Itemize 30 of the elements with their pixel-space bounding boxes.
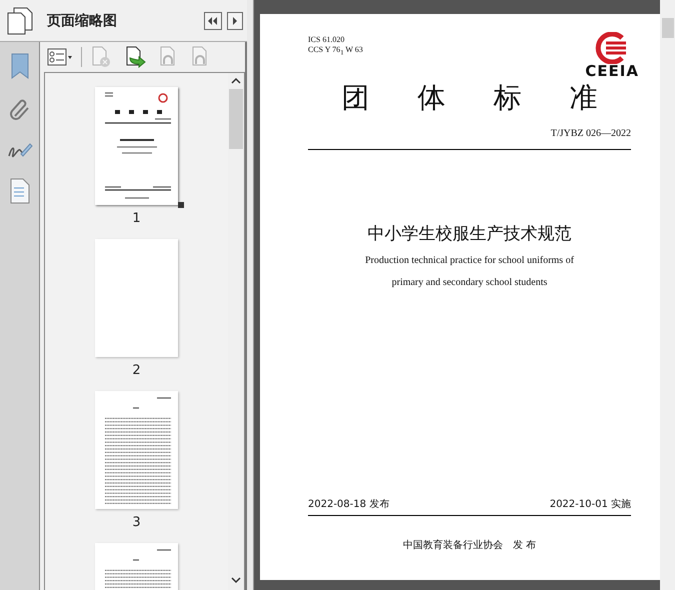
scrollbar-thumb[interactable] bbox=[229, 89, 244, 149]
logo-text: CEEIA bbox=[585, 64, 639, 79]
ics-code: ICS 61.020 bbox=[308, 35, 346, 45]
page-number: 2 bbox=[132, 363, 141, 379]
expand-panel-icon[interactable] bbox=[227, 12, 244, 30]
effective-date: 2022-10-01 实施 bbox=[550, 498, 631, 511]
collapse-panel-icon[interactable] bbox=[204, 12, 222, 30]
paperclip-icon[interactable] bbox=[8, 98, 30, 122]
page-thumbnail[interactable] bbox=[95, 239, 178, 357]
publisher: 中国教育装备行业协会 发 布 bbox=[402, 538, 536, 552]
english-title: primary and secondary school students bbox=[392, 276, 548, 289]
view-handle[interactable] bbox=[178, 202, 184, 208]
scroll-up-icon[interactable] bbox=[231, 77, 242, 85]
page-number: 3 bbox=[132, 515, 141, 531]
document-icon[interactable] bbox=[8, 178, 30, 204]
panel-title: 页面缩略图 bbox=[47, 12, 118, 30]
scroll-down-icon[interactable] bbox=[231, 576, 242, 584]
document-heading: 团体标准 bbox=[342, 81, 646, 115]
options-icon[interactable] bbox=[47, 48, 73, 66]
insert-page-icon[interactable] bbox=[124, 46, 146, 68]
page-thumbnail[interactable] bbox=[95, 87, 178, 205]
page-thumbnail[interactable] bbox=[95, 391, 178, 509]
english-title: Production technical practice for school uniforms of bbox=[365, 254, 574, 267]
issue-date: 2022-08-18 发布 bbox=[308, 498, 390, 511]
standard-code: T/JYBZ 026—2022 bbox=[550, 128, 631, 139]
document-title: 中小学生校服生产技术规范 bbox=[368, 223, 572, 245]
ccs-code: CCS Y 76$_{1}$ W 63 bbox=[308, 45, 363, 59]
scrollbar-thumb[interactable] bbox=[662, 18, 674, 38]
page-number: 1 bbox=[132, 211, 141, 227]
pages-icon[interactable] bbox=[5, 6, 35, 36]
